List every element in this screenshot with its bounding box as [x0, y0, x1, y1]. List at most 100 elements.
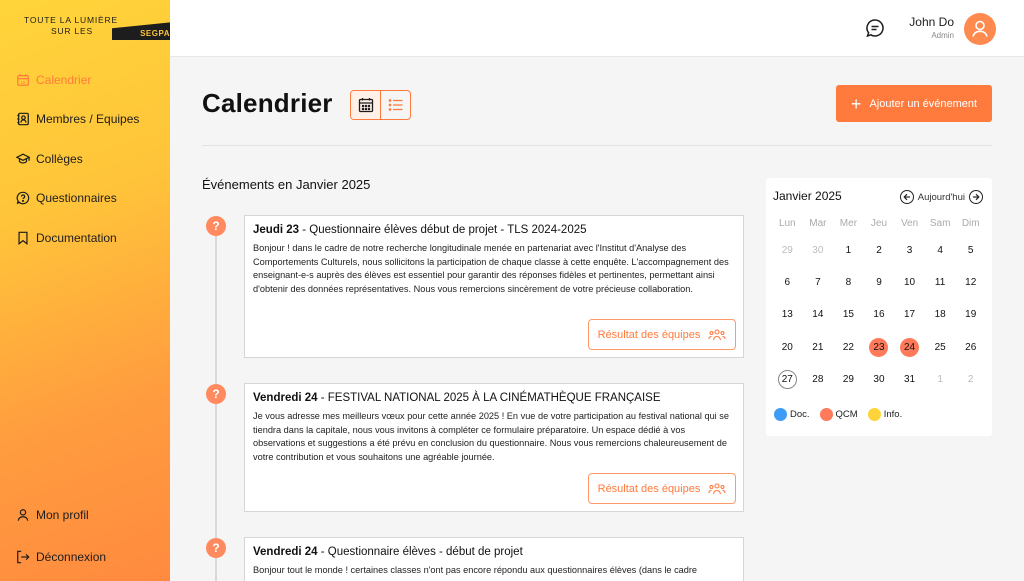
- view-toggle: [350, 90, 411, 120]
- calendar-day[interactable]: 29: [833, 364, 864, 396]
- question-badge-icon: ?: [206, 384, 226, 404]
- event-title: Vendredi 24 - Questionnaire élèves - déb…: [253, 546, 523, 558]
- calendar-day[interactable]: 5: [955, 234, 986, 266]
- day-number: 10: [904, 277, 916, 289]
- calendar-day[interactable]: 30: [864, 364, 895, 396]
- user-icon: [16, 508, 30, 522]
- day-number: 13: [781, 309, 793, 321]
- event-description: Je vous adresse mes meilleurs vœux pour …: [253, 411, 729, 462]
- day-number: 30: [873, 374, 885, 386]
- today-button[interactable]: Aujourd'hui: [918, 192, 965, 203]
- calendar-day[interactable]: 16: [864, 299, 895, 331]
- day-number: 16: [873, 309, 885, 321]
- add-event-button[interactable]: + Ajouter un événement: [836, 85, 992, 122]
- day-number: 12: [965, 277, 977, 289]
- calendar-day[interactable]: 9: [864, 266, 895, 298]
- calendar-day[interactable]: 20: [772, 331, 803, 363]
- calendar-day[interactable]: 28: [803, 364, 834, 396]
- calendar-day[interactable]: 22: [833, 331, 864, 363]
- day-number: 1: [845, 244, 852, 256]
- weekday-label: Mar: [809, 218, 827, 229]
- calendar-day[interactable]: 12: [955, 266, 986, 298]
- calendar-day[interactable]: 13: [772, 299, 803, 331]
- sidebar-item-documentation[interactable]: Documentation: [16, 227, 117, 249]
- calendar-day-today[interactable]: 27: [772, 364, 803, 396]
- event-card[interactable]: Vendredi 24 - FESTIVAL NATIONAL 2025 À L…: [244, 383, 744, 512]
- sidebar-item-membres[interactable]: Membres / Equipes: [16, 108, 139, 130]
- event-card[interactable]: Jeudi 23 - Questionnaire élèves début de…: [244, 215, 744, 358]
- day-number: 25: [934, 341, 946, 353]
- sidebar-item-label: Déconnexion: [36, 550, 107, 564]
- prev-month-icon[interactable]: [899, 190, 914, 204]
- event-card[interactable]: Vendredi 24 - Questionnaire élèves - déb…: [244, 537, 744, 581]
- calendar-day-event[interactable]: 23: [864, 331, 895, 363]
- calendar-day[interactable]: 18: [925, 299, 956, 331]
- calendar-day-event[interactable]: 24: [894, 331, 925, 363]
- day-number: 20: [781, 341, 793, 353]
- calendar-day[interactable]: 1: [925, 364, 956, 396]
- day-number: 6: [784, 277, 791, 289]
- sidebar-item-mon-profil[interactable]: Mon profil: [16, 504, 89, 526]
- sidebar: TOUTE LA LUMIÈRE SUR LES SEGPA 15 Calend…: [0, 0, 174, 581]
- legend-label: Doc.: [790, 409, 810, 420]
- sidebar-item-questionnaires[interactable]: Questionnaires: [16, 187, 117, 209]
- calendar-day[interactable]: 25: [925, 331, 956, 363]
- calendar-day[interactable]: 6: [772, 266, 803, 298]
- legend-dot: [867, 408, 881, 421]
- event-title: Vendredi 24 - FESTIVAL NATIONAL 2025 À L…: [253, 392, 661, 404]
- calendar-icon: 15: [16, 73, 30, 87]
- calendar-day[interactable]: 8: [833, 266, 864, 298]
- weekday-label: Ven: [900, 218, 919, 229]
- calendar-day[interactable]: 15: [833, 299, 864, 331]
- day-number: 3: [906, 244, 913, 256]
- calendar-day[interactable]: 4: [925, 234, 956, 266]
- day-number: 17: [904, 309, 916, 321]
- day-number: 5: [967, 244, 974, 256]
- calendar-day[interactable]: 14: [803, 299, 834, 331]
- calendar-day[interactable]: 26: [955, 331, 986, 363]
- calendar-grid: Lun Mar Mer Jeu Ven Sam Dim 29 30 1 2 3 4 5 6 7 8 9 10 11 12…: [772, 218, 986, 396]
- calendar-legend: Doc. QCM Info.: [774, 408, 902, 421]
- team-results-button[interactable]: Résultat des équipes: [588, 319, 736, 350]
- weekday-label: Sam: [929, 218, 951, 229]
- brand-line-1: TOUTE LA LUMIÈRE: [24, 15, 118, 25]
- calendar-day[interactable]: 11: [925, 266, 956, 298]
- list-view-button[interactable]: [381, 91, 410, 119]
- chat-icon[interactable]: [865, 18, 885, 38]
- sidebar-item-deconnexion[interactable]: Déconnexion: [16, 546, 106, 568]
- next-month-icon[interactable]: [969, 190, 983, 204]
- question-badge-icon: ?: [206, 538, 226, 558]
- day-number: 14: [812, 309, 824, 321]
- calendar-day[interactable]: 2: [864, 234, 895, 266]
- calendar-day[interactable]: 31: [894, 364, 925, 396]
- day-number: 31: [904, 374, 916, 386]
- add-event-label: Ajouter un événement: [869, 97, 978, 110]
- avatar[interactable]: [964, 13, 996, 45]
- event-title: Jeudi 23 - Questionnaire élèves début de…: [253, 224, 587, 236]
- day-number: 26: [965, 341, 977, 353]
- calendar-day[interactable]: 1: [833, 234, 864, 266]
- calendar-day[interactable]: 2: [955, 364, 986, 396]
- day-number: 29: [842, 374, 854, 386]
- calendar-day[interactable]: 29: [772, 234, 803, 266]
- calendar-day[interactable]: 10: [894, 266, 925, 298]
- calendar-day[interactable]: 21: [803, 331, 834, 363]
- legend-label: Info.: [883, 409, 903, 420]
- day-number: 4: [937, 244, 943, 256]
- page-title: Calendrier: [202, 88, 333, 118]
- question-badge-icon: ?: [206, 216, 226, 236]
- sidebar-item-calendrier[interactable]: 15 Calendrier: [16, 69, 91, 91]
- svg-text:15: 15: [21, 80, 26, 85]
- legend-item: Info.: [867, 408, 903, 421]
- sidebar-item-colleges[interactable]: Collèges: [16, 148, 83, 170]
- calendar-day[interactable]: 30: [803, 234, 834, 266]
- calendar-day[interactable]: 19: [955, 299, 986, 331]
- calendar-month: Janvier 2025: [773, 189, 842, 203]
- brand-logo[interactable]: TOUTE LA LUMIÈRE SUR LES SEGPA: [24, 15, 174, 43]
- mini-calendar: Janvier 2025 Aujourd'hui Lun Mar Mer Jeu Ven…: [766, 178, 992, 436]
- team-results-button[interactable]: Résultat des équipes: [588, 473, 736, 504]
- calendar-day[interactable]: 7: [803, 266, 834, 298]
- calendar-day[interactable]: 17: [894, 299, 925, 331]
- calendar-day[interactable]: 3: [894, 234, 925, 266]
- calendar-view-button[interactable]: [351, 91, 381, 119]
